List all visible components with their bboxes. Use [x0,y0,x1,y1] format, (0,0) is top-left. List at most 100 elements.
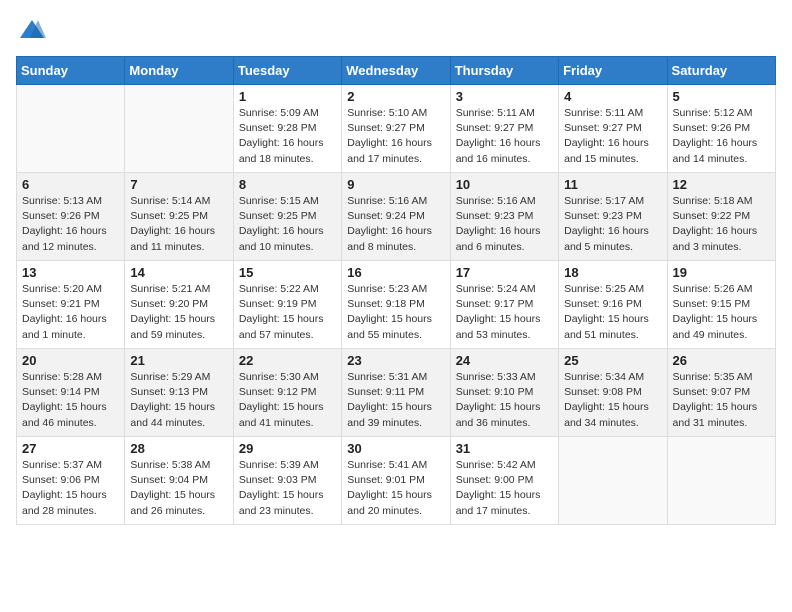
day-info: Sunrise: 5:09 AMSunset: 9:28 PMDaylight:… [239,106,336,167]
day-number: 7 [130,177,227,192]
day-number: 16 [347,265,444,280]
calendar-cell: 24 Sunrise: 5:33 AMSunset: 9:10 PMDayligh… [450,349,558,437]
day-number: 5 [673,89,770,104]
day-number: 19 [673,265,770,280]
day-info: Sunrise: 5:35 AMSunset: 9:07 PMDaylight:… [673,370,770,431]
weekday-header-saturday: Saturday [667,57,775,85]
calendar-cell: 13 Sunrise: 5:20 AMSunset: 9:21 PMDayligh… [17,261,125,349]
day-info: Sunrise: 5:21 AMSunset: 9:20 PMDaylight:… [130,282,227,343]
day-info: Sunrise: 5:25 AMSunset: 9:16 PMDaylight:… [564,282,661,343]
calendar-cell: 7 Sunrise: 5:14 AMSunset: 9:25 PMDaylight… [125,173,233,261]
day-number: 2 [347,89,444,104]
day-info: Sunrise: 5:26 AMSunset: 9:15 PMDaylight:… [673,282,770,343]
day-number: 31 [456,441,553,456]
calendar-cell: 12 Sunrise: 5:18 AMSunset: 9:22 PMDayligh… [667,173,775,261]
calendar-cell: 4 Sunrise: 5:11 AMSunset: 9:27 PMDaylight… [559,85,667,173]
day-number: 13 [22,265,119,280]
calendar-week-5: 27Sunrise: 5:37 AMSunset: 9:06 PMDayligh… [17,437,776,525]
day-number: 25 [564,353,661,368]
day-number: 21 [130,353,227,368]
day-info: Sunrise: 5:11 AMSunset: 9:27 PMDaylight:… [564,106,661,167]
calendar-cell: 30 Sunrise: 5:41 AMSunset: 9:01 PMDayligh… [342,437,450,525]
day-info: Sunrise: 5:41 AMSunset: 9:01 PMDaylight:… [347,458,444,519]
day-number: 29 [239,441,336,456]
weekday-header-thursday: Thursday [450,57,558,85]
day-number: 28 [130,441,227,456]
day-info: Sunrise: 5:14 AMSunset: 9:25 PMDaylight:… [130,194,227,255]
calendar-cell: 22Sunrise: 5:30 AMSunset: 9:12 PMDayligh… [233,349,341,437]
day-number: 30 [347,441,444,456]
day-number: 20 [22,353,119,368]
calendar-week-3: 13 Sunrise: 5:20 AMSunset: 9:21 PMDayligh… [17,261,776,349]
calendar-body: 1Sunrise: 5:09 AMSunset: 9:28 PMDaylight… [17,85,776,525]
day-info: Sunrise: 5:39 AMSunset: 9:03 PMDaylight:… [239,458,336,519]
day-number: 14 [130,265,227,280]
weekday-header-wednesday: Wednesday [342,57,450,85]
day-number: 17 [456,265,553,280]
calendar-cell: 15 Sunrise: 5:22 AMSunset: 9:19 PMDayligh… [233,261,341,349]
calendar-cell: 1Sunrise: 5:09 AMSunset: 9:28 PMDaylight… [233,85,341,173]
day-number: 18 [564,265,661,280]
day-number: 26 [673,353,770,368]
day-info: Sunrise: 5:12 AMSunset: 9:26 PMDaylight:… [673,106,770,167]
day-info: Sunrise: 5:18 AMSunset: 9:22 PMDaylight:… [673,194,770,255]
calendar-cell: 21Sunrise: 5:29 AMSunset: 9:13 PMDayligh… [125,349,233,437]
calendar-cell: 3 Sunrise: 5:11 AMSunset: 9:27 PMDaylight… [450,85,558,173]
day-info: Sunrise: 5:33 AMSunset: 9:10 PMDaylight:… [456,370,553,431]
day-info: Sunrise: 5:11 AMSunset: 9:27 PMDaylight:… [456,106,553,167]
calendar-cell: 2 Sunrise: 5:10 AMSunset: 9:27 PMDaylight… [342,85,450,173]
calendar-cell: 10Sunrise: 5:16 AMSunset: 9:23 PMDayligh… [450,173,558,261]
day-number: 27 [22,441,119,456]
day-info: Sunrise: 5:31 AMSunset: 9:11 PMDaylight:… [347,370,444,431]
logo-icon [18,16,46,44]
calendar-cell: 11 Sunrise: 5:17 AMSunset: 9:23 PMDayligh… [559,173,667,261]
day-number: 15 [239,265,336,280]
day-number: 11 [564,177,661,192]
calendar-cell: 31 Sunrise: 5:42 AMSunset: 9:00 PMDayligh… [450,437,558,525]
day-info: Sunrise: 5:22 AMSunset: 9:19 PMDaylight:… [239,282,336,343]
calendar-cell: 27Sunrise: 5:37 AMSunset: 9:06 PMDayligh… [17,437,125,525]
day-info: Sunrise: 5:24 AMSunset: 9:17 PMDaylight:… [456,282,553,343]
calendar-cell: 28Sunrise: 5:38 AMSunset: 9:04 PMDayligh… [125,437,233,525]
day-info: Sunrise: 5:20 AMSunset: 9:21 PMDaylight:… [22,282,119,343]
calendar-cell: 9 Sunrise: 5:16 AMSunset: 9:24 PMDaylight… [342,173,450,261]
calendar-cell: 25 Sunrise: 5:34 AMSunset: 9:08 PMDayligh… [559,349,667,437]
calendar-header: SundayMondayTuesdayWednesdayThursdayFrid… [17,57,776,85]
header [16,16,776,44]
day-info: Sunrise: 5:23 AMSunset: 9:18 PMDaylight:… [347,282,444,343]
calendar-cell: 5 Sunrise: 5:12 AMSunset: 9:26 PMDaylight… [667,85,775,173]
weekday-header-row: SundayMondayTuesdayWednesdayThursdayFrid… [17,57,776,85]
day-number: 3 [456,89,553,104]
calendar-cell: 17 Sunrise: 5:24 AMSunset: 9:17 PMDayligh… [450,261,558,349]
day-info: Sunrise: 5:28 AMSunset: 9:14 PMDaylight:… [22,370,119,431]
calendar-cell: 16 Sunrise: 5:23 AMSunset: 9:18 PMDayligh… [342,261,450,349]
calendar-cell: 18 Sunrise: 5:25 AMSunset: 9:16 PMDayligh… [559,261,667,349]
day-number: 8 [239,177,336,192]
calendar-cell: 29 Sunrise: 5:39 AMSunset: 9:03 PMDayligh… [233,437,341,525]
calendar-cell: 6Sunrise: 5:13 AMSunset: 9:26 PMDaylight… [17,173,125,261]
logo [16,16,46,44]
weekday-header-monday: Monday [125,57,233,85]
day-info: Sunrise: 5:10 AMSunset: 9:27 PMDaylight:… [347,106,444,167]
day-number: 12 [673,177,770,192]
calendar-cell [667,437,775,525]
day-number: 10 [456,177,553,192]
calendar-week-4: 20 Sunrise: 5:28 AMSunset: 9:14 PMDayligh… [17,349,776,437]
day-info: Sunrise: 5:15 AMSunset: 9:25 PMDaylight:… [239,194,336,255]
weekday-header-tuesday: Tuesday [233,57,341,85]
day-number: 4 [564,89,661,104]
day-number: 6 [22,177,119,192]
day-info: Sunrise: 5:34 AMSunset: 9:08 PMDaylight:… [564,370,661,431]
weekday-header-friday: Friday [559,57,667,85]
day-number: 9 [347,177,444,192]
day-info: Sunrise: 5:42 AMSunset: 9:00 PMDaylight:… [456,458,553,519]
day-number: 22 [239,353,336,368]
calendar-cell: 20 Sunrise: 5:28 AMSunset: 9:14 PMDayligh… [17,349,125,437]
day-number: 24 [456,353,553,368]
calendar-cell [125,85,233,173]
day-number: 23 [347,353,444,368]
calendar-cell: 26 Sunrise: 5:35 AMSunset: 9:07 PMDayligh… [667,349,775,437]
calendar-week-1: 1Sunrise: 5:09 AMSunset: 9:28 PMDaylight… [17,85,776,173]
day-info: Sunrise: 5:16 AMSunset: 9:24 PMDaylight:… [347,194,444,255]
day-info: Sunrise: 5:17 AMSunset: 9:23 PMDaylight:… [564,194,661,255]
